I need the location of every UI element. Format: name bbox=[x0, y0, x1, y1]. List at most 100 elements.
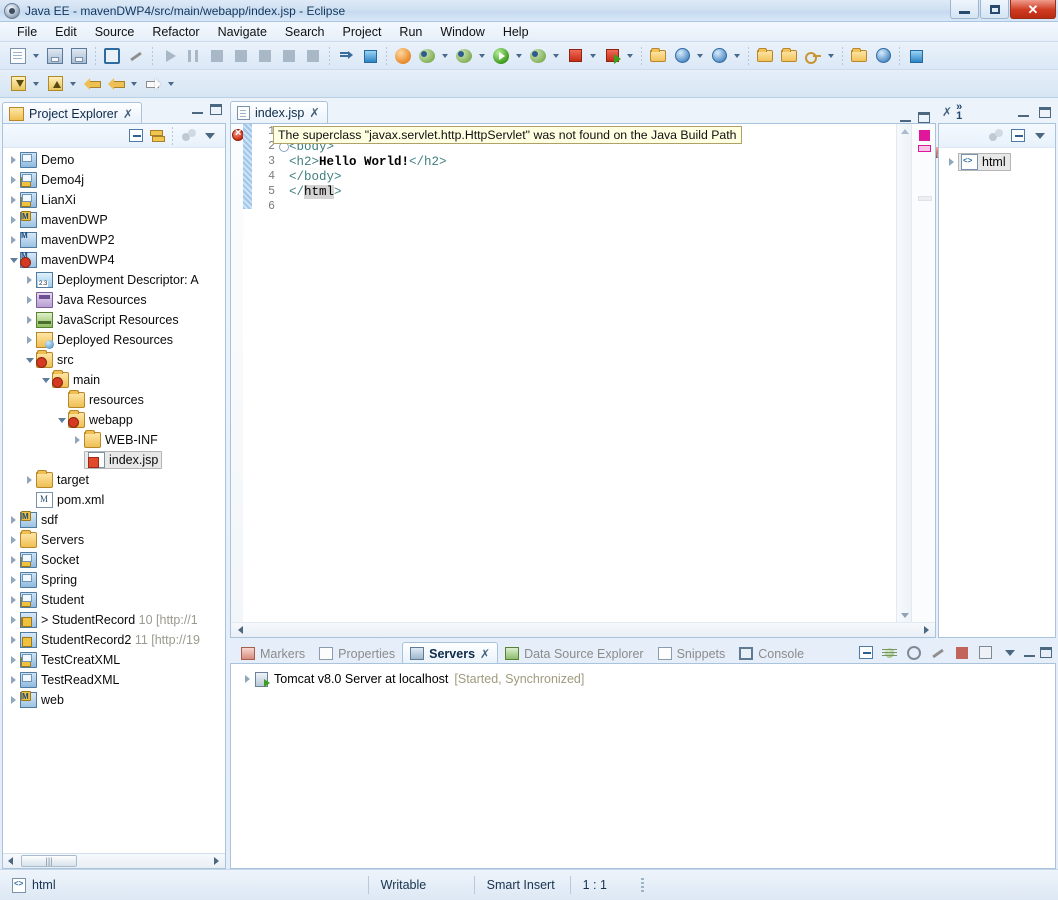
collapse-all-button[interactable] bbox=[856, 643, 875, 662]
expand-twisty-icon[interactable] bbox=[7, 510, 20, 530]
last-edit-location-button[interactable] bbox=[81, 73, 103, 95]
focus-on-active-task-button[interactable] bbox=[179, 126, 198, 145]
open-console-button[interactable] bbox=[101, 45, 123, 67]
new-servlet-dropdown[interactable] bbox=[731, 45, 742, 67]
expand-twisty-icon[interactable] bbox=[7, 570, 20, 590]
maximize-button[interactable] bbox=[1039, 106, 1051, 118]
expand-twisty-icon[interactable] bbox=[7, 610, 20, 630]
debug-server-button[interactable] bbox=[880, 643, 899, 662]
tree-item[interactable]: target bbox=[3, 470, 225, 490]
close-icon[interactable]: ✗ bbox=[942, 105, 952, 119]
tree-item[interactable]: pom.xml bbox=[3, 490, 225, 510]
expand-twisty-icon[interactable] bbox=[7, 190, 20, 210]
step-into-button[interactable] bbox=[230, 45, 252, 67]
open-folder-2-button[interactable] bbox=[778, 45, 800, 67]
tree-item[interactable]: mavenDWP bbox=[3, 210, 225, 230]
tree-item[interactable]: src bbox=[3, 350, 225, 370]
close-button[interactable]: ✕ bbox=[1010, 0, 1056, 19]
open-resource-button[interactable] bbox=[848, 45, 870, 67]
tree-item[interactable]: Socket bbox=[3, 550, 225, 570]
tree-item[interactable]: resources bbox=[3, 390, 225, 410]
expand-twisty-icon[interactable] bbox=[23, 310, 36, 330]
scroll-right-icon[interactable] bbox=[209, 855, 223, 868]
outline-tree[interactable]: html bbox=[939, 148, 1055, 172]
stop-server-button[interactable] bbox=[564, 45, 586, 67]
prev-annotation-dropdown[interactable] bbox=[67, 73, 78, 95]
collapse-all-button[interactable] bbox=[1008, 126, 1027, 145]
scroll-down-icon[interactable] bbox=[897, 608, 912, 622]
minimize-button[interactable] bbox=[1018, 108, 1029, 117]
key-dropdown[interactable] bbox=[825, 45, 836, 67]
expand-twisty-icon[interactable] bbox=[7, 550, 20, 570]
menu-window[interactable]: Window bbox=[431, 23, 493, 41]
expand-twisty-icon[interactable] bbox=[7, 150, 20, 170]
next-annotation-dropdown[interactable] bbox=[30, 73, 41, 95]
drop-to-frame-button[interactable] bbox=[302, 45, 324, 67]
tab-snippets[interactable]: Snippets bbox=[651, 643, 733, 664]
expand-twisty-icon[interactable] bbox=[7, 650, 20, 670]
tab-console[interactable]: Console bbox=[732, 643, 811, 664]
view-menu-button[interactable] bbox=[1030, 126, 1049, 145]
new-jsp-dropdown[interactable] bbox=[694, 45, 705, 67]
forward-dropdown[interactable] bbox=[165, 73, 176, 95]
expand-twisty-icon[interactable] bbox=[7, 690, 20, 710]
expand-twisty-icon[interactable] bbox=[23, 270, 36, 290]
forward-button[interactable] bbox=[142, 73, 164, 95]
external-tools-button[interactable] bbox=[453, 45, 475, 67]
stop-server-button[interactable] bbox=[952, 643, 971, 662]
open-type-button[interactable] bbox=[335, 45, 357, 67]
run-button[interactable] bbox=[490, 45, 512, 67]
step-return-button[interactable] bbox=[278, 45, 300, 67]
minimize-button[interactable] bbox=[1024, 648, 1035, 657]
tree-item[interactable]: webapp bbox=[3, 410, 225, 430]
tab-project-explorer[interactable]: Project Explorer ✗ bbox=[2, 102, 142, 124]
publish-dropdown[interactable] bbox=[624, 45, 635, 67]
open-folder-button[interactable] bbox=[754, 45, 776, 67]
servers-list[interactable]: Tomcat v8.0 Server at localhost [Started,… bbox=[231, 664, 1055, 690]
code-line[interactable]: 4 </body> bbox=[253, 169, 895, 184]
external-tools-dropdown[interactable] bbox=[476, 45, 487, 67]
new-wizard-dropdown[interactable] bbox=[30, 45, 41, 67]
step-over-button[interactable] bbox=[254, 45, 276, 67]
expand-twisty-icon[interactable] bbox=[71, 430, 84, 450]
menu-project[interactable]: Project bbox=[334, 23, 391, 41]
hscroll-thumb[interactable]: ||| bbox=[21, 855, 77, 867]
stop-dropdown[interactable] bbox=[587, 45, 598, 67]
tab-properties[interactable]: Properties bbox=[312, 643, 402, 664]
menu-run[interactable]: Run bbox=[390, 23, 431, 41]
publish-button[interactable] bbox=[601, 45, 623, 67]
resume-button[interactable] bbox=[158, 45, 180, 67]
scroll-up-icon[interactable] bbox=[897, 124, 912, 138]
editor-hscrollbar[interactable] bbox=[231, 622, 935, 637]
occurrence-ruler-marker[interactable] bbox=[918, 196, 932, 201]
tree-item[interactable]: Deployment Descriptor: A bbox=[3, 270, 225, 290]
debug-dropdown[interactable] bbox=[439, 45, 450, 67]
expand-twisty-icon[interactable] bbox=[241, 669, 254, 689]
code-line[interactable]: 5 </html > bbox=[253, 184, 895, 199]
maximize-button[interactable] bbox=[1040, 647, 1052, 658]
new-java-class-button[interactable] bbox=[647, 45, 669, 67]
minimize-button[interactable] bbox=[950, 0, 979, 19]
tree-item[interactable]: WEB-INF bbox=[3, 430, 225, 450]
expand-twisty-icon[interactable] bbox=[945, 152, 958, 172]
tree-item[interactable]: TestReadXML bbox=[3, 670, 225, 690]
close-icon[interactable]: ✗ bbox=[309, 105, 319, 120]
suspend-button[interactable] bbox=[182, 45, 204, 67]
run-last-tool-button[interactable] bbox=[392, 45, 414, 67]
menu-navigate[interactable]: Navigate bbox=[209, 23, 276, 41]
code-line[interactable]: 6 bbox=[253, 199, 895, 214]
expand-twisty-icon[interactable] bbox=[7, 670, 20, 690]
terminate-button[interactable] bbox=[206, 45, 228, 67]
editor-gutter[interactable] bbox=[231, 124, 244, 622]
tab-servers[interactable]: Servers ✗ bbox=[402, 642, 499, 664]
maximize-button[interactable] bbox=[210, 104, 222, 115]
tree-item[interactable]: Deployed Resources bbox=[3, 330, 225, 350]
menu-source[interactable]: Source bbox=[86, 23, 144, 41]
tree-item[interactable]: mavenDWP4 bbox=[3, 250, 225, 270]
code-line[interactable]: 3 <h2> Hello World! </h2> bbox=[253, 154, 895, 169]
menu-search[interactable]: Search bbox=[276, 23, 334, 41]
menu-edit[interactable]: Edit bbox=[46, 23, 86, 41]
tab-markers[interactable]: Markers bbox=[234, 643, 312, 664]
expand-twisty-icon[interactable] bbox=[7, 170, 20, 190]
menu-file[interactable]: File bbox=[8, 23, 46, 41]
